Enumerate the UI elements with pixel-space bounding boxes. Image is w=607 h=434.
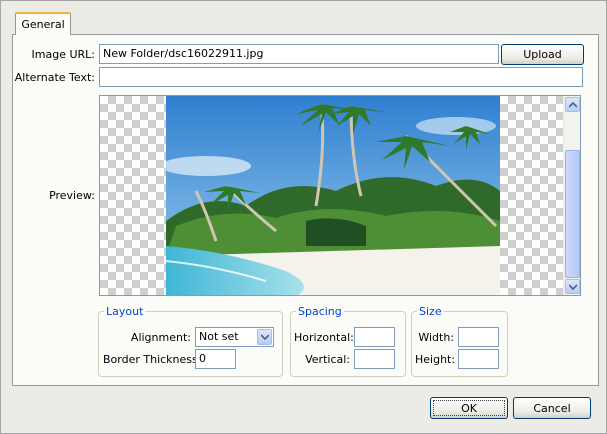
vertical-spacing-input[interactable] xyxy=(354,349,395,369)
alignment-select[interactable]: Not set xyxy=(195,327,274,347)
preview-label: Preview: xyxy=(49,189,95,202)
alternate-text-label: Alternate Text: xyxy=(14,71,95,84)
border-thickness-label: Border Thickness: xyxy=(103,353,202,366)
width-label: Width: xyxy=(418,331,454,344)
chevron-down-icon xyxy=(568,283,577,290)
spacing-legend: Spacing xyxy=(298,305,342,318)
preview-scrollbar[interactable] xyxy=(563,96,580,295)
alignment-dropdown-button[interactable] xyxy=(257,329,272,345)
image-preview xyxy=(99,95,581,296)
height-label: Height: xyxy=(415,353,456,366)
cancel-button[interactable]: Cancel xyxy=(513,397,591,419)
beach-photo xyxy=(166,96,500,295)
image-url-label: Image URL: xyxy=(31,48,95,61)
tab-general-label: General xyxy=(21,18,65,31)
image-properties-dialog: General Image URL: New Folder/dsc1602291… xyxy=(0,0,607,434)
alignment-value: Not set xyxy=(199,330,239,343)
tab-general[interactable]: General xyxy=(15,12,71,35)
border-thickness-input[interactable]: 0 xyxy=(195,349,236,369)
height-input[interactable] xyxy=(458,349,499,369)
alternate-text-input[interactable] xyxy=(99,67,583,87)
horizontal-spacing-input[interactable] xyxy=(354,327,395,347)
upload-button[interactable]: Upload xyxy=(501,44,584,65)
scroll-thumb[interactable] xyxy=(565,150,580,278)
ok-button[interactable]: OK xyxy=(430,397,508,419)
image-url-input[interactable]: New Folder/dsc16022911.jpg xyxy=(99,44,499,64)
width-input[interactable] xyxy=(458,327,499,347)
scroll-up-arrow[interactable] xyxy=(565,97,580,112)
chevron-up-icon xyxy=(568,101,577,108)
horizontal-label: Horizontal: xyxy=(294,331,354,344)
general-panel: Image URL: New Folder/dsc16022911.jpg Up… xyxy=(12,34,599,386)
vertical-label: Vertical: xyxy=(305,353,350,366)
alignment-label: Alignment: xyxy=(130,331,191,344)
chevron-down-icon xyxy=(260,334,269,340)
layout-legend: Layout xyxy=(106,305,144,318)
size-legend: Size xyxy=(419,305,442,318)
scroll-down-arrow[interactable] xyxy=(565,279,580,294)
